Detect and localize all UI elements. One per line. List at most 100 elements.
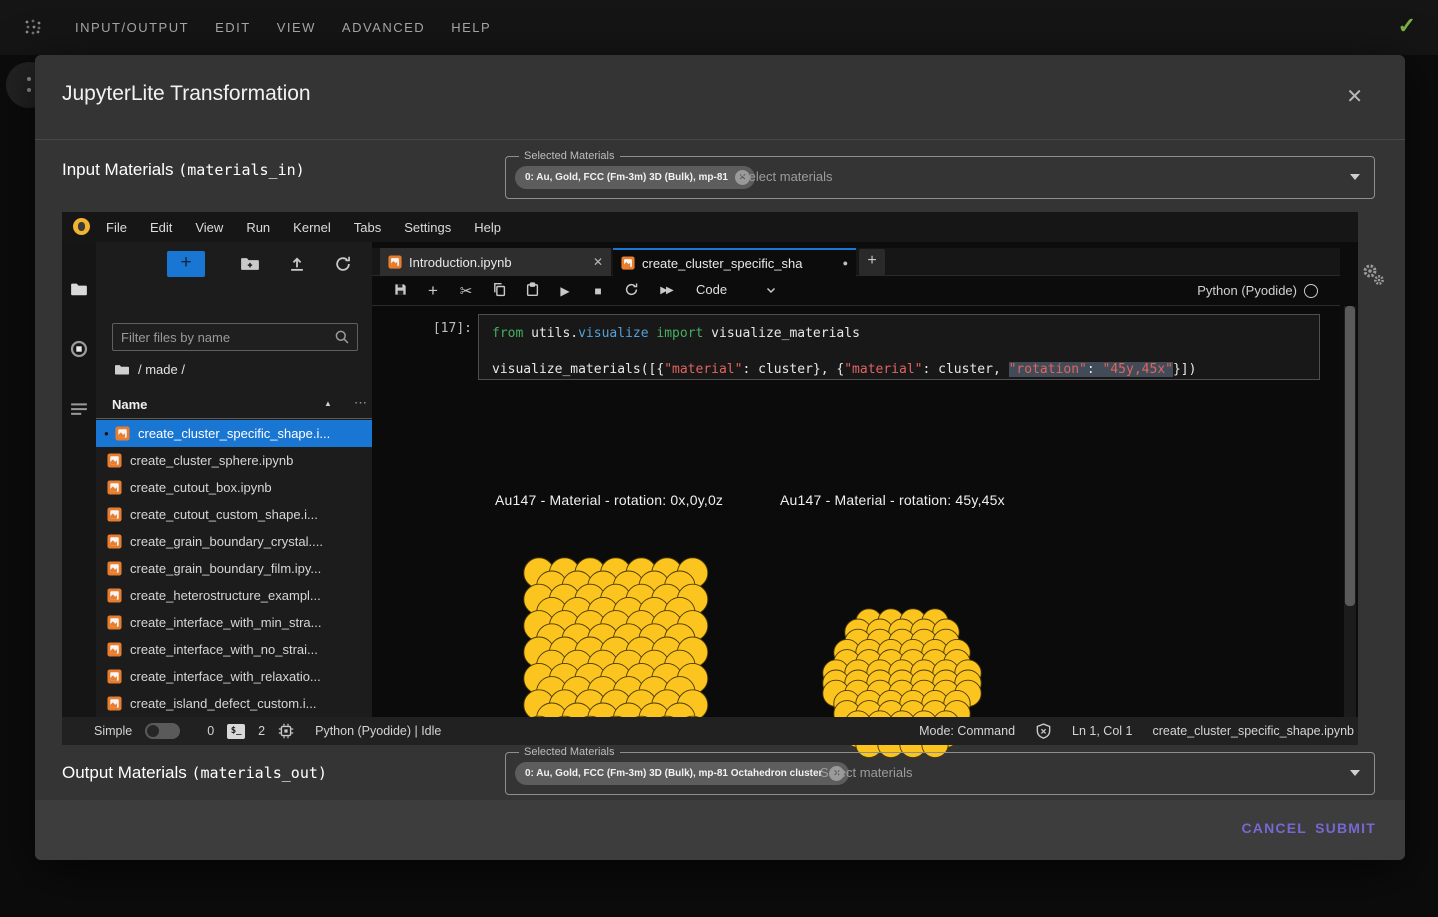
output-materials-code: (materials_out)	[191, 764, 326, 782]
file-row[interactable]: create_interface_with_no_strai...	[96, 636, 372, 663]
status-left: Simple 0 $_ 2 Python (Pyodide) | Idle	[94, 717, 441, 745]
app-menu: INPUT/OUTPUT EDIT VIEW ADVANCED HELP	[75, 0, 491, 55]
settings-gears-icon[interactable]	[1358, 260, 1388, 290]
tab-create-cluster-specific-shape[interactable]: create_cluster_specific_sha ●	[613, 248, 856, 276]
add-cell-icon[interactable]: +	[425, 281, 441, 301]
output-materials-select[interactable]: Selected Materials 0: Au, Gold, FCC (Fm-…	[505, 752, 1375, 795]
file-row[interactable]: create_island_defect_custom.i...	[96, 690, 372, 717]
file-name: create_interface_with_min_stra...	[130, 615, 321, 630]
file-name: create_cluster_sphere.ipynb	[130, 453, 293, 468]
notebook-file-icon	[107, 588, 122, 603]
copy-cell-icon[interactable]	[491, 282, 507, 300]
stop-kernel-icon[interactable]: ■	[590, 284, 606, 298]
restart-kernel-icon[interactable]	[623, 282, 639, 300]
dot-icon	[27, 77, 31, 81]
notebook-file-icon	[115, 426, 130, 441]
file-row[interactable]: create_cutout_custom_shape.i...	[96, 501, 372, 528]
cell-type-dropdown[interactable]: Code	[696, 282, 727, 297]
refresh-icon[interactable]	[334, 255, 352, 273]
running-sessions-icon[interactable]	[70, 340, 88, 358]
kernel-count[interactable]: 2	[258, 724, 265, 738]
file-list: ●create_cluster_specific_shape.i...creat…	[96, 420, 372, 744]
breadcrumb[interactable]: / made /	[114, 362, 185, 377]
confirm-check-icon[interactable]: ✓	[1398, 13, 1416, 39]
file-row[interactable]: create_interface_with_min_stra...	[96, 609, 372, 636]
jupyter-menu-run[interactable]: Run	[246, 220, 270, 235]
output-materials-text: Output Materials	[62, 763, 191, 782]
appbar-menu-advanced[interactable]: ADVANCED	[342, 20, 425, 35]
file-row-selected[interactable]: ●create_cluster_specific_shape.i...	[96, 420, 372, 447]
upload-icon[interactable]	[288, 255, 306, 273]
more-options-icon[interactable]: ⋯	[354, 395, 367, 411]
input-material-chip[interactable]: 0: Au, Gold, FCC (Fm-3m) 3D (Bulk), mp-8…	[515, 166, 755, 189]
tab-close-icon[interactable]: ✕	[593, 255, 603, 269]
kernel-status-icon[interactable]	[1304, 284, 1318, 298]
code-cell[interactable]: from utils.visualize import visualize_ma…	[478, 314, 1320, 380]
jupyter-menu-help[interactable]: Help	[474, 220, 501, 235]
file-name: create_cluster_specific_shape.i...	[138, 426, 330, 441]
file-row[interactable]: create_grain_boundary_film.ipy...	[96, 555, 372, 582]
appbar-menu-input-output[interactable]: INPUT/OUTPUT	[75, 20, 189, 35]
cut-cell-icon[interactable]: ✂	[458, 282, 474, 300]
run-cell-icon[interactable]: ▶	[557, 284, 573, 298]
new-tab-button[interactable]: +	[859, 249, 885, 275]
jupyter-menu-view[interactable]: View	[195, 220, 223, 235]
file-row[interactable]: create_cutout_box.ipynb	[96, 474, 372, 501]
name-column-header[interactable]: Name	[112, 397, 147, 412]
jupyter-menu-settings[interactable]: Settings	[404, 220, 451, 235]
status-right: Mode: Command Ln 1, Col 1 create_cluster…	[919, 717, 1354, 745]
output-label-1: Au147 - Material - rotation: 0x,0y,0z	[495, 492, 723, 508]
new-launcher-button[interactable]: +	[167, 251, 205, 277]
scrollbar-track[interactable]	[1344, 306, 1356, 717]
jupyter-menu-edit[interactable]: Edit	[150, 220, 172, 235]
close-icon[interactable]: ✕	[1346, 84, 1363, 109]
file-row[interactable]: create_grain_boundary_crystal....	[96, 528, 372, 555]
jupyter-menu: File Edit View Run Kernel Tabs Settings Help	[106, 212, 501, 242]
terminal-count[interactable]: 0	[207, 724, 214, 738]
notebook-file-icon	[107, 669, 122, 684]
scrollbar-thumb[interactable]	[1345, 306, 1355, 606]
cell-prompt: [17]:	[420, 321, 472, 336]
save-icon[interactable]	[392, 282, 408, 300]
file-row[interactable]: create_cluster_sphere.ipynb	[96, 447, 372, 474]
input-materials-text: Input Materials	[62, 160, 178, 179]
appbar-menu-help[interactable]: HELP	[451, 20, 491, 35]
cancel-button[interactable]: CANCEL	[1241, 820, 1307, 836]
chip-label: 0: Au, Gold, FCC (Fm-3m) 3D (Bulk), mp-8…	[525, 768, 822, 779]
kernel-name[interactable]: Python (Pyodide)	[1197, 283, 1297, 298]
submit-button[interactable]: SUBMIT	[1315, 820, 1376, 836]
tab-bar: Introduction.ipynb ✕ create_cluster_spec…	[372, 248, 1340, 276]
page-title: JupyterLite Transformation	[62, 82, 311, 106]
jupyter-menu-tabs[interactable]: Tabs	[354, 220, 381, 235]
tab-introduction[interactable]: Introduction.ipynb ✕	[380, 248, 612, 276]
appbar-menu-edit[interactable]: EDIT	[215, 20, 251, 35]
paste-cell-icon[interactable]	[524, 282, 540, 300]
file-list-header[interactable]: Name ▲ ⋯	[96, 392, 372, 419]
terminal-icon: $_	[227, 724, 245, 739]
output-materials-label: Output Materials (materials_out)	[62, 763, 327, 783]
appbar-menu-view[interactable]: VIEW	[277, 20, 316, 35]
jupyter-menu-file[interactable]: File	[106, 220, 127, 235]
kernel-status-text: Python (Pyodide) | Idle	[315, 724, 441, 738]
notebook-file-icon	[621, 256, 635, 270]
filter-files-input[interactable]	[112, 323, 358, 351]
notebook-file-icon	[107, 453, 122, 468]
file-row[interactable]: create_interface_with_relaxatio...	[96, 663, 372, 690]
file-browser-panel: +	[96, 242, 372, 717]
status-bar: Simple 0 $_ 2 Python (Pyodide) | Idle Mo…	[62, 717, 1358, 745]
new-folder-icon[interactable]	[240, 255, 260, 273]
output-material-chip[interactable]: 0: Au, Gold, FCC (Fm-3m) 3D (Bulk), mp-8…	[515, 762, 849, 785]
file-row[interactable]: create_heterostructure_exampl...	[96, 582, 372, 609]
table-of-contents-icon[interactable]	[70, 400, 88, 418]
input-materials-select[interactable]: Selected Materials 0: Au, Gold, FCC (Fm-…	[505, 156, 1375, 199]
tab-label: create_cluster_specific_sha	[642, 256, 837, 271]
restart-run-all-icon[interactable]: ▶▶	[656, 285, 676, 296]
simple-mode-toggle[interactable]	[145, 723, 180, 739]
file-browser-icon[interactable]	[70, 280, 88, 298]
jupyter-menu-kernel[interactable]: Kernel	[293, 220, 331, 235]
screen: INPUT/OUTPUT EDIT VIEW ADVANCED HELP ✓ Jupyt…	[0, 0, 1438, 917]
au147-cluster-front-view	[516, 550, 716, 742]
chevron-down-icon	[1350, 770, 1360, 776]
file-name: create_interface_with_relaxatio...	[130, 669, 321, 684]
chevron-down-icon[interactable]	[765, 284, 777, 296]
